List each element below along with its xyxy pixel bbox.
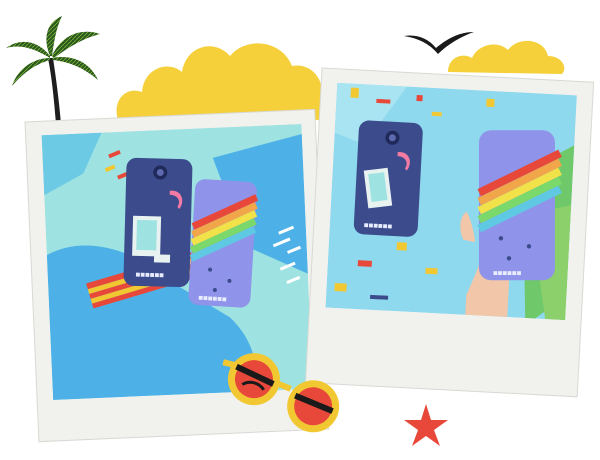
cloud-icon (448, 40, 565, 74)
right-photo: ■■■■■■ ■■■■■■ (325, 82, 577, 321)
phone-case-brand: ■■■■■■ (493, 270, 522, 276)
starfish-icon (404, 404, 448, 446)
palm-tree-icon (6, 16, 100, 124)
left-polaroid: ■■■■■■ ■■■■■■ (24, 108, 330, 443)
seagull-icon (404, 32, 474, 54)
left-photo: ■■■■■■ ■■■■■■ (41, 123, 313, 401)
right-polaroid: ■■■■■■ ■■■■■■ (304, 67, 595, 398)
collage-art: ■■■■■■ ■■■■■■ ■■■■■■ ■■■■■■ (6, 16, 595, 446)
collage-stage: ■■■■■■ ■■■■■■ ■■■■■■ ■■■■■■ (0, 0, 600, 460)
cloud-icon (116, 43, 323, 120)
phone-case-brand: ■■■■■■ (136, 272, 165, 279)
